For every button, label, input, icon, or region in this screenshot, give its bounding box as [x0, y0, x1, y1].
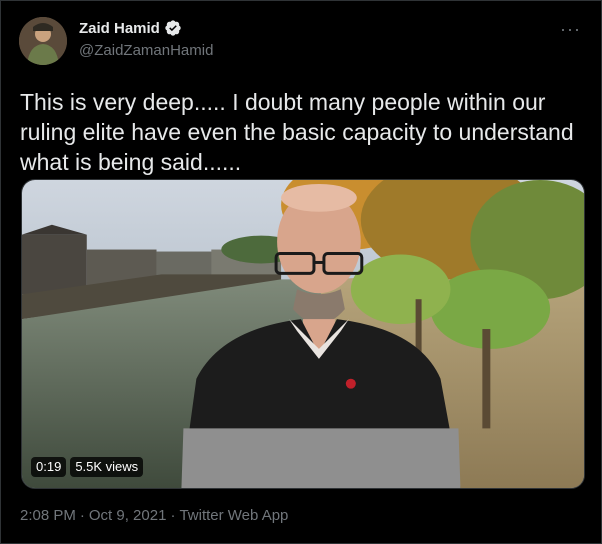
tweet-time[interactable]: 2:08 PM [20, 507, 76, 524]
author-handle[interactable]: @ZaidZamanHamid [79, 42, 213, 59]
meta-separator: · [79, 507, 85, 524]
author-name-row[interactable]: Zaid Hamid [79, 19, 182, 37]
video-thumbnail [22, 180, 584, 488]
tweet-card: Zaid Hamid @ZaidZamanHamid ··· This is v… [0, 0, 602, 544]
verified-badge-icon [164, 19, 182, 37]
more-options-icon[interactable]: ··· [560, 19, 581, 40]
tweet-metadata: 2:08 PM · Oct 9, 2021 · Twitter Web App [20, 507, 288, 524]
video-player[interactable] [21, 179, 585, 489]
tweet-text: This is very deep..... I doubt many peop… [20, 89, 581, 175]
video-views-badge: 5.5K views [70, 457, 144, 477]
meta-separator: · [170, 507, 176, 524]
video-duration-badge: 0:19 [31, 457, 67, 477]
author-display-name[interactable]: Zaid Hamid [79, 20, 160, 37]
tweet-date[interactable]: Oct 9, 2021 [89, 507, 167, 524]
video-badges: 0:19 5.5K views [31, 457, 144, 477]
avatar[interactable] [19, 17, 67, 65]
tweet-source[interactable]: Twitter Web App [179, 507, 288, 524]
